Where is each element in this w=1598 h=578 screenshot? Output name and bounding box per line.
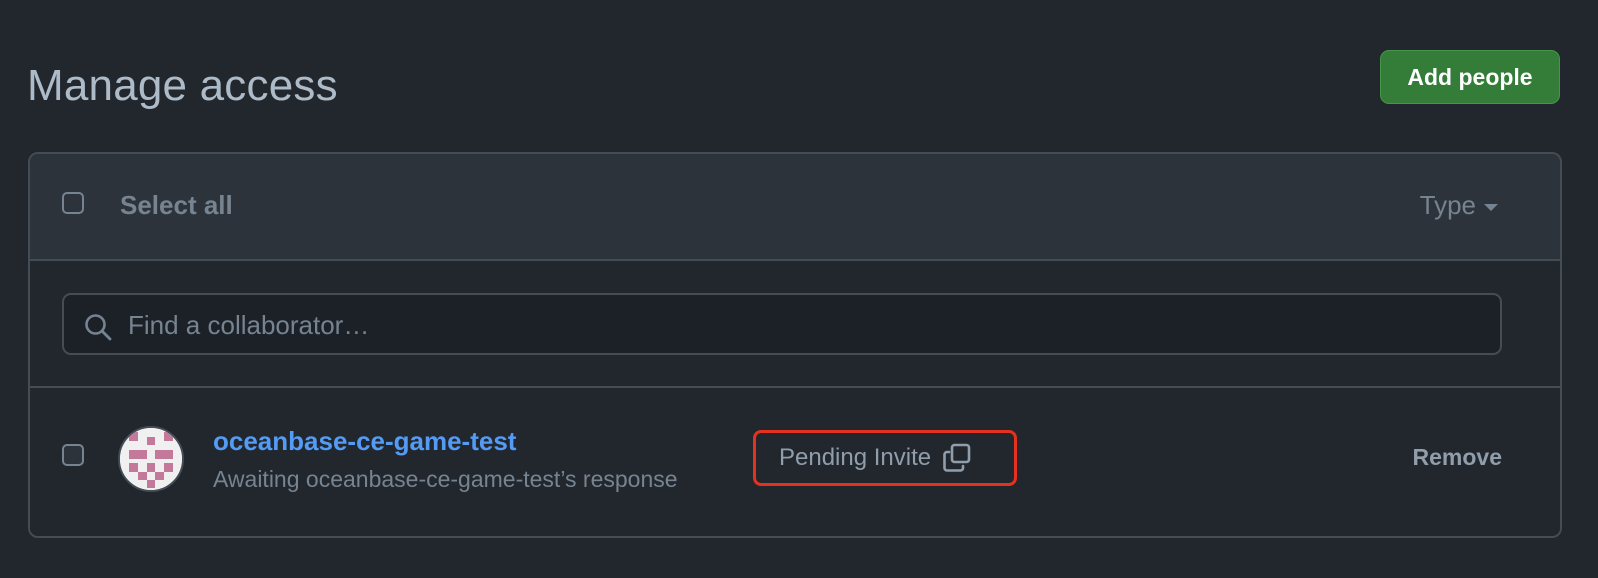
invite-status-text: Awaiting oceanbase-ce-game-test’s respon… [213, 466, 678, 492]
pending-invite-badge: Pending Invite [753, 430, 1017, 486]
select-all-checkbox[interactable] [62, 192, 84, 214]
add-people-button[interactable]: Add people [1380, 50, 1560, 104]
collaborator-row: oceanbase-ce-game-test Awaiting oceanbas… [30, 388, 1560, 536]
identicon-icon [120, 428, 182, 490]
pending-invite-label: Pending Invite [779, 444, 932, 471]
search-section [30, 261, 1560, 388]
page-title: Manage access [27, 61, 338, 110]
list-header: Select all Type [30, 154, 1560, 261]
remove-collaborator-button[interactable]: Remove [1413, 444, 1502, 471]
avatar[interactable] [118, 426, 184, 492]
select-all-label: Select all [120, 190, 233, 220]
search-box [62, 293, 1502, 355]
manage-access-page: Manage access Add people Select all Type [0, 0, 1598, 578]
collaborator-checkbox[interactable] [62, 444, 84, 466]
type-filter-dropdown[interactable]: Type [1420, 190, 1498, 221]
copy-icon[interactable] [941, 442, 973, 474]
collaborator-search-input[interactable] [126, 295, 1490, 355]
collaborator-username-link[interactable]: oceanbase-ce-game-test [213, 426, 516, 457]
type-filter-label: Type [1419, 190, 1476, 220]
collaborators-panel: Select all Type Find a collaborator… oce… [28, 152, 1562, 538]
search-icon [85, 314, 112, 341]
caret-down-icon [1484, 204, 1498, 211]
